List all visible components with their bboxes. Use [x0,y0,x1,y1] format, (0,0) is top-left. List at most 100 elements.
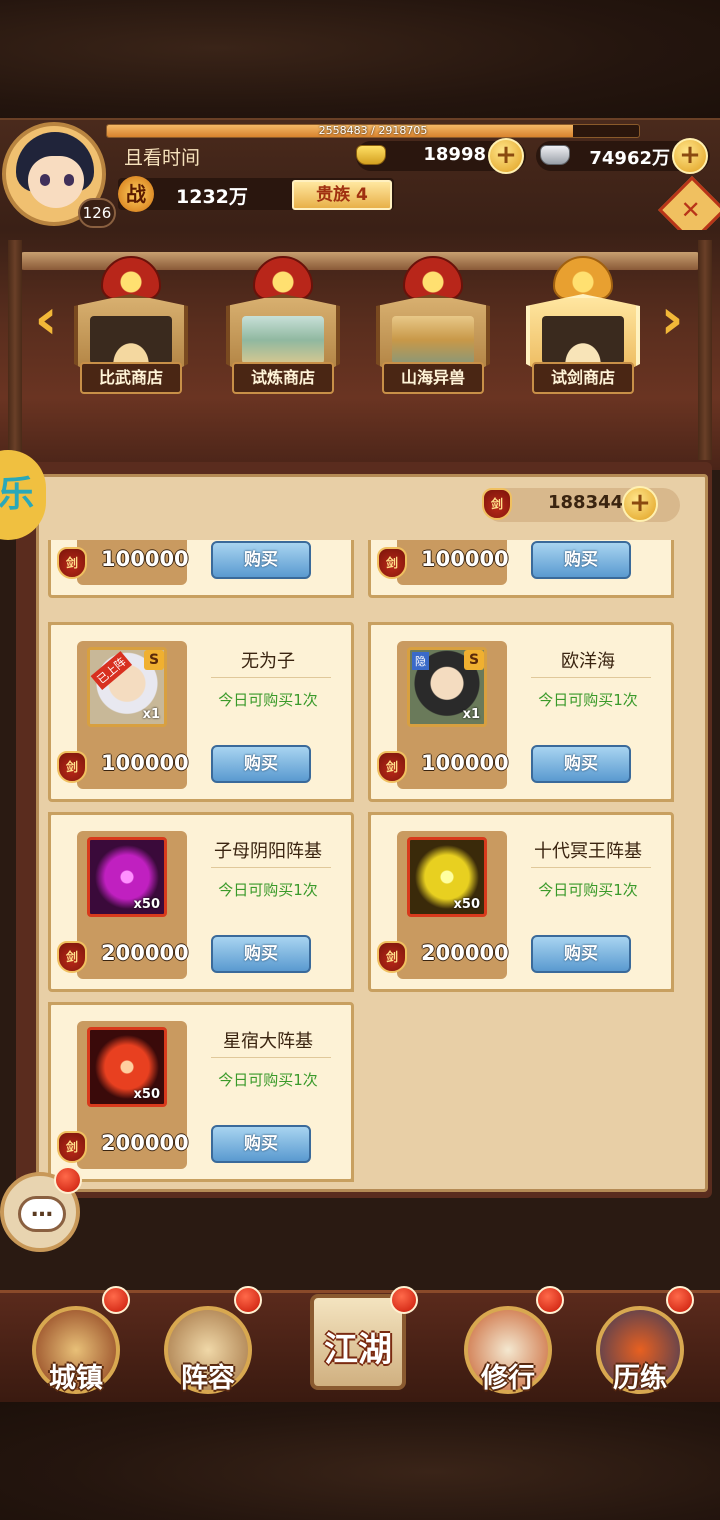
sword-token-icon: 剑 [482,488,512,520]
token-add-button[interactable]: + [622,486,658,522]
purchase-limit: 今日可购买1次 [218,881,318,899]
tab-bi-wu-shop[interactable]: 比武商店 [66,256,196,402]
item-price: 100000 [101,751,189,775]
divider [211,867,331,868]
formation-purple-icon[interactable]: x50 [87,837,167,917]
gold-add-button[interactable]: + [488,138,524,174]
sword-token-icon: 剑 [377,941,407,973]
exp-text: 2558483 / 2918705 [318,124,428,137]
buy-button[interactable]: 购买 [531,745,631,783]
top-background [0,0,720,120]
knot-icon [253,256,313,300]
power-icon: 战 [118,176,154,212]
silver-value: 74962万 [589,148,670,169]
nav-town[interactable]: 城镇 [26,1300,126,1396]
item-name: 欧洋海 [561,651,615,672]
token-balance: 188344 [548,492,624,513]
item-name: 星宿大阵基 [223,1031,313,1052]
town-notification-dot [102,1286,130,1314]
buy-button[interactable]: 购买 [211,1125,311,1163]
item-price: 100000 [421,751,509,775]
silver-ingot-icon [540,145,570,165]
hidden-tag: 隐 [412,652,429,670]
buy-button[interactable]: 购买 [531,935,631,973]
item-price: 200000 [421,941,509,965]
sword-token-icon: 剑 [377,751,407,783]
sword-token-icon: 剑 [57,1131,87,1163]
purchase-limit: 今日可购买1次 [538,691,638,709]
formation-yellow-icon[interactable]: x50 [407,837,487,917]
item-price: 100000 [421,547,509,571]
knot-icon [101,256,161,300]
lineup-notification-dot [234,1286,262,1314]
grade-badge: S [144,650,164,670]
shop-picture [542,316,624,364]
shop-item-card: x50 剑 200000 星宿大阵基 今日可购买1次 购买 [48,1002,354,1182]
item-quantity: x1 [462,707,480,722]
gold-ingot-icon [356,145,386,165]
divider [531,867,651,868]
shop-tab-label: 比武商店 [80,362,182,394]
formation-red-icon[interactable]: x50 [87,1027,167,1107]
sword-token-icon: 剑 [57,941,87,973]
buy-button[interactable]: 购买 [211,541,311,579]
tab-shi-lian-shop[interactable]: 试炼商店 [218,256,348,402]
item-name: 子母阴阳阵基 [214,841,322,862]
scroll-left-arrow-icon[interactable]: ‹ [26,290,66,350]
buy-button[interactable]: 购买 [531,541,631,579]
chat-bubble-icon: … [18,1196,66,1232]
cultivate-notification-dot [536,1286,564,1314]
shop-item-card: 剑 100000 购买 [48,540,354,598]
silver-add-button[interactable]: + [672,138,708,174]
hero-portrait-icon[interactable]: 隐 S x1 [407,647,487,727]
sword-token-icon: 剑 [377,547,407,579]
shop-tab-label: 试炼商店 [232,362,334,394]
purchase-limit: 今日可购买1次 [218,691,318,709]
sword-token-icon: 剑 [57,547,87,579]
item-quantity: x1 [142,707,160,722]
chat-notification-dot [54,1166,82,1194]
divider [211,677,331,678]
purchase-limit: 今日可购买1次 [538,881,638,899]
nav-cultivate[interactable]: 修行 [458,1300,558,1396]
player-level: 126 [78,198,116,228]
exp-bar: 2558483 / 2918705 [106,124,640,138]
item-price: 200000 [101,1131,189,1155]
knot-icon [553,256,613,300]
sword-token-icon: 剑 [57,751,87,783]
item-name: 十代冥王阵基 [534,841,642,862]
purchase-limit: 今日可购买1次 [218,1071,318,1089]
jianghu-notification-dot [390,1286,418,1314]
divider [211,1057,331,1058]
hero-portrait-icon[interactable]: 已上阵 S x1 [87,647,167,727]
training-notification-dot [666,1286,694,1314]
item-name: 无为子 [241,651,295,672]
nav-label: 修行 [481,1363,535,1394]
bottom-background [0,1400,720,1520]
pillar-left [8,240,22,460]
nav-label: 阵容 [181,1363,235,1394]
item-quantity: x50 [133,1087,160,1102]
nav-training[interactable]: 历练 [590,1300,690,1396]
tab-shi-jian-shop[interactable]: 试剑商店 [518,256,648,402]
scroll-right-arrow-icon[interactable]: › [652,290,692,350]
tab-shan-hai-beast[interactable]: 山海异兽 [368,256,498,402]
shop-item-card: x50 剑 200000 十代冥王阵基 今日可购买1次 购买 [368,812,674,992]
power-value: 1232万 [176,186,248,208]
buy-button[interactable]: 购买 [211,935,311,973]
shop-tab-label: 试剑商店 [532,362,634,394]
shop-item-card: x50 剑 200000 子母阴阳阵基 今日可购买1次 购买 [48,812,354,992]
knot-icon [403,256,463,300]
divider [531,677,651,678]
player-name: 且看时间 [124,147,201,169]
nav-label: 江湖 [324,1330,392,1370]
avatar-eye-left [40,174,50,186]
noble-badge[interactable]: 贵族 4 [292,180,392,210]
shop-picture [90,316,172,364]
shop-item-card: 剑 100000 购买 [368,540,674,598]
buy-button[interactable]: 购买 [211,745,311,783]
shop-item-card: 已上阵 S x1 剑 100000 无为子 今日可购买1次 购买 [48,622,354,802]
gold-value: 18998 [423,144,486,165]
nav-lineup[interactable]: 阵容 [158,1300,258,1396]
item-quantity: x50 [133,897,160,912]
